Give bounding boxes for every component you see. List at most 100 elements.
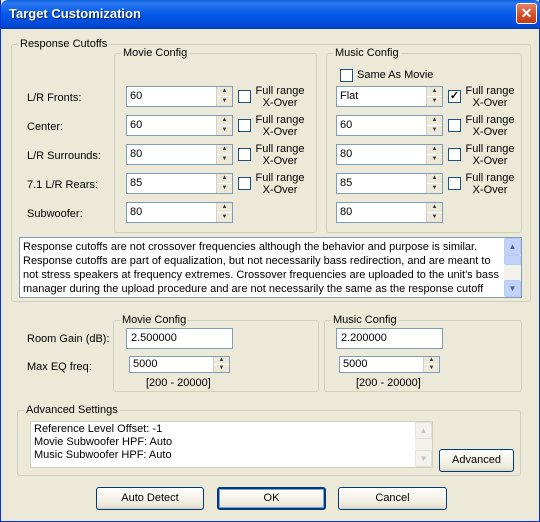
response-note-textarea[interactable]: Response cutoffs are not crossover frequ… (19, 237, 522, 298)
movie-center-spinner[interactable]: 60 ▲ ▼ (126, 115, 233, 136)
max-eq-label: Max EQ freq: (27, 361, 92, 373)
same-as-movie-label: Same As Movie (357, 69, 434, 81)
fullrange-label: Full range X-Over (465, 172, 515, 196)
note-scrollbar[interactable]: ▲ ▼ (504, 238, 521, 297)
movie-config-legend: Movie Config (121, 47, 190, 59)
spinner-value: 80 (130, 206, 143, 218)
window-title: Target Customization (9, 6, 141, 21)
fullrange-label: Full range X-Over (465, 114, 515, 138)
spinner-value: 85 (130, 177, 143, 189)
spin-up-icon[interactable]: ▲ (427, 174, 442, 183)
advanced-scrollbar[interactable]: ▲ ▼ (415, 422, 432, 467)
spin-down-icon[interactable]: ▼ (214, 365, 229, 372)
movie-surrounds-fullrange-checkbox[interactable] (238, 148, 251, 161)
same-as-movie-checkbox[interactable] (340, 69, 353, 82)
spinner-value: 60 (130, 90, 143, 102)
spin-up-icon[interactable]: ▲ (217, 87, 232, 96)
movie-rears-fullrange-checkbox[interactable] (238, 177, 251, 190)
movie-rears-spinner[interactable]: 85 ▲ ▼ (126, 173, 233, 194)
music-subwoofer-spinner[interactable]: 80 ▲ ▼ (336, 202, 443, 223)
spin-up-icon[interactable]: ▲ (427, 116, 442, 125)
spin-down-icon[interactable]: ▼ (217, 213, 232, 222)
dialog-window: Target Customization ✕ Response Cutoffs … (0, 0, 540, 522)
music-room-gain-field[interactable]: 2.200000 (336, 328, 443, 349)
spin-up-icon[interactable]: ▲ (424, 357, 439, 364)
spin-down-icon[interactable]: ▼ (217, 184, 232, 193)
cancel-button[interactable]: Cancel (338, 487, 447, 510)
spin-down-icon[interactable]: ▼ (427, 126, 442, 135)
spin-down-icon[interactable]: ▼ (217, 97, 232, 106)
music-fronts-spinner[interactable]: Flat ▲ ▼ (336, 86, 443, 107)
close-icon[interactable]: ✕ (516, 3, 537, 24)
gain-movie-config-legend: Movie Config (120, 314, 189, 326)
scroll-down-icon[interactable]: ▼ (504, 280, 521, 297)
music-range-hint: [200 - 20000] (356, 377, 421, 389)
movie-fronts-spinner[interactable]: 60 ▲ ▼ (126, 86, 233, 107)
music-config-legend: Music Config (333, 47, 401, 59)
spin-up-icon[interactable]: ▲ (427, 145, 442, 154)
music-max-eq-spinner[interactable]: 5000 ▲ ▼ (339, 356, 440, 373)
music-surrounds-fullrange-checkbox[interactable] (448, 148, 461, 161)
music-center-spinner[interactable]: 60 ▲ ▼ (336, 115, 443, 136)
movie-surrounds-spinner[interactable]: 80 ▲ ▼ (126, 144, 233, 165)
spinner-value: 60 (130, 119, 143, 131)
scroll-up-icon[interactable]: ▲ (504, 238, 521, 255)
field-value: 2.500000 (131, 332, 177, 344)
auto-detect-button[interactable]: Auto Detect (96, 487, 204, 510)
row-label-rears: 7.1 L/R Rears: (27, 179, 98, 191)
spin-down-icon[interactable]: ▼ (427, 213, 442, 222)
spinner-value: 80 (340, 206, 353, 218)
advanced-settings-list[interactable]: Reference Level Offset: -1 Movie Subwoof… (30, 421, 433, 468)
music-rears-spinner[interactable]: 85 ▲ ▼ (336, 173, 443, 194)
fullrange-label: Full range X-Over (255, 172, 305, 196)
spinner-value: 80 (130, 148, 143, 160)
advanced-settings-legend: Advanced Settings (24, 404, 120, 416)
spin-down-icon[interactable]: ▼ (427, 97, 442, 106)
fullrange-label: Full range X-Over (465, 85, 515, 109)
fullrange-label: Full range X-Over (255, 143, 305, 167)
movie-room-gain-field[interactable]: 2.500000 (126, 328, 233, 349)
spin-up-icon[interactable]: ▲ (217, 203, 232, 212)
movie-subwoofer-spinner[interactable]: 80 ▲ ▼ (126, 202, 233, 223)
spinner-value: 60 (340, 119, 353, 131)
spin-up-icon[interactable]: ▲ (427, 203, 442, 212)
movie-fronts-fullrange-checkbox[interactable] (238, 90, 251, 103)
row-label-fronts: L/R Fronts: (27, 92, 82, 104)
spinner-value: 85 (340, 177, 353, 189)
scroll-up-icon[interactable]: ▲ (415, 422, 432, 439)
row-label-subwoofer: Subwoofer: (27, 208, 83, 220)
spin-up-icon[interactable]: ▲ (217, 174, 232, 183)
spin-down-icon[interactable]: ▼ (217, 126, 232, 135)
spin-up-icon[interactable]: ▲ (217, 145, 232, 154)
advanced-button[interactable]: Advanced (439, 449, 514, 472)
scroll-thumb[interactable] (504, 255, 521, 265)
spin-down-icon[interactable]: ▼ (217, 155, 232, 164)
music-center-fullrange-checkbox[interactable] (448, 119, 461, 132)
movie-max-eq-spinner[interactable]: 5000 ▲ ▼ (129, 356, 230, 373)
music-fronts-fullrange-checkbox[interactable]: ✓ (448, 90, 461, 103)
row-label-center: Center: (27, 121, 64, 133)
spin-up-icon[interactable]: ▲ (214, 357, 229, 364)
title-bar[interactable]: Target Customization ✕ (1, 0, 540, 29)
advanced-line: Music Subwoofer HPF: Auto (34, 449, 172, 461)
spin-up-icon[interactable]: ▲ (217, 116, 232, 125)
movie-center-fullrange-checkbox[interactable] (238, 119, 251, 132)
spin-up-icon[interactable]: ▲ (427, 87, 442, 96)
response-note-text: Response cutoffs are not crossover frequ… (23, 241, 499, 295)
spin-down-icon[interactable]: ▼ (424, 365, 439, 372)
spin-down-icon[interactable]: ▼ (427, 184, 442, 193)
spinner-value: 5000 (133, 358, 158, 370)
advanced-line: Reference Level Offset: -1 (34, 423, 163, 435)
movie-range-hint: [200 - 20000] (146, 377, 211, 389)
music-rears-fullrange-checkbox[interactable] (448, 177, 461, 190)
spin-down-icon[interactable]: ▼ (427, 155, 442, 164)
fullrange-label: Full range X-Over (255, 85, 305, 109)
music-surrounds-spinner[interactable]: 80 ▲ ▼ (336, 144, 443, 165)
gain-music-config-legend: Music Config (331, 314, 399, 326)
spinner-value: 5000 (343, 358, 368, 370)
ok-button[interactable]: OK (217, 487, 326, 510)
row-label-surrounds: L/R Surrounds: (27, 150, 101, 162)
scroll-down-icon[interactable]: ▼ (415, 450, 432, 467)
response-cutoffs-legend: Response Cutoffs (18, 38, 110, 50)
fullrange-label: Full range X-Over (465, 143, 515, 167)
